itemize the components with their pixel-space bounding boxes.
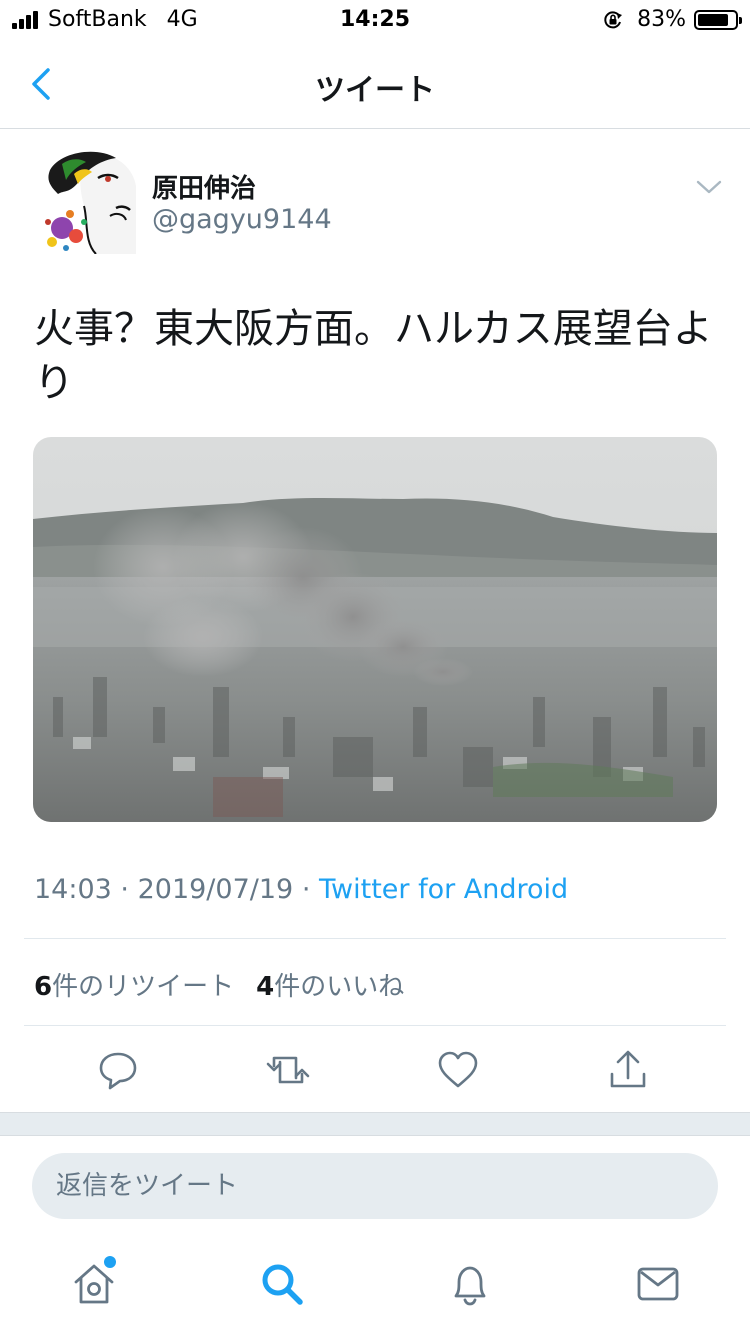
battery-icon [694, 9, 742, 30]
divider [24, 1025, 726, 1026]
retweet-icon[interactable] [266, 1048, 310, 1092]
new-content-dot [104, 1256, 116, 1268]
tab-bar [0, 1240, 750, 1334]
page-title: ツイート [315, 73, 435, 108]
avatar[interactable] [40, 150, 144, 254]
reply-input[interactable]: 返信をツイート [32, 1153, 718, 1219]
divider [24, 938, 726, 939]
messages-icon[interactable] [634, 1260, 682, 1308]
likes-stat[interactable]: 4件のいいね [256, 972, 404, 1002]
author-handle: @gagyu9144 [152, 204, 332, 235]
tweet-actions [0, 1048, 750, 1094]
tweet-photo[interactable] [33, 437, 717, 822]
tweet-date: 2019/07/19 [137, 874, 294, 905]
search-icon[interactable] [258, 1260, 306, 1308]
orientation-lock-icon [604, 10, 623, 28]
tweet-text: 火事？東大阪方面。ハルカス展望台より [34, 306, 713, 406]
author-display-name[interactable]: 原田伸治 [152, 168, 256, 205]
like-icon[interactable] [436, 1048, 480, 1092]
share-icon[interactable] [606, 1048, 650, 1092]
retweets-stat[interactable]: 6件のリツイート [34, 972, 234, 1002]
meta-separator: · [120, 874, 129, 905]
tweet-time: 14:03 [34, 874, 112, 905]
tweet-source-link[interactable]: Twitter for Android [319, 874, 568, 905]
status-bar: SoftBank 4G 14:25 83% [0, 0, 750, 40]
chevron-down-icon[interactable] [694, 174, 724, 200]
tweet-stats: 6件のリツイート 4件のいいね [34, 966, 404, 1003]
notifications-icon[interactable] [446, 1260, 494, 1308]
likes-count: 4 [256, 972, 275, 1002]
tweet-meta: 14:03 · 2019/07/19 · Twitter for Android [34, 874, 568, 905]
retweets-count: 6 [34, 972, 53, 1002]
retweets-label: 件のリツイート [52, 972, 235, 1002]
battery-percent: 83% [637, 7, 686, 32]
section-separator [0, 1112, 750, 1136]
meta-separator: · [301, 874, 311, 905]
likes-label: 件のいいね [274, 972, 405, 1002]
reply-icon[interactable] [96, 1048, 140, 1092]
nav-bar: ツイート [0, 40, 750, 129]
